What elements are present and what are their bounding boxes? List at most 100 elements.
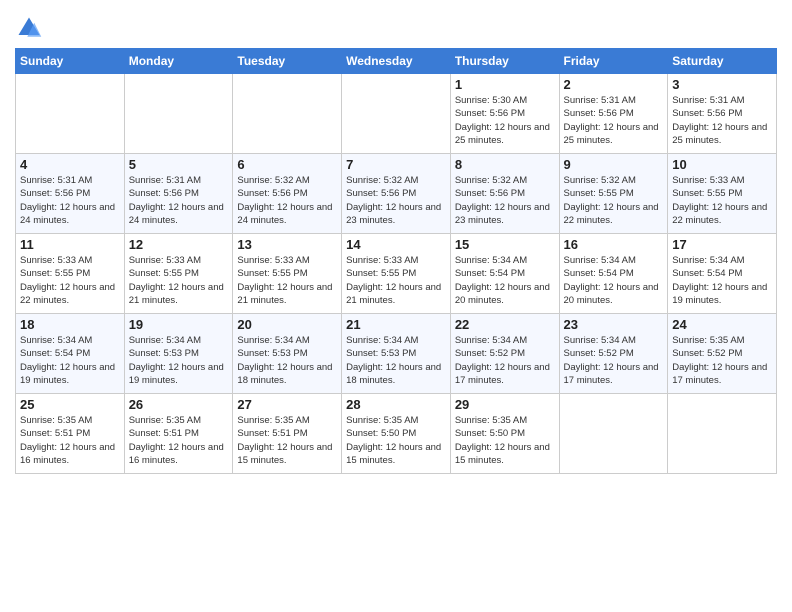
calendar-cell: 13 Sunrise: 5:33 AM Sunset: 5:55 PM Dayli… xyxy=(233,234,342,314)
day-number: 14 xyxy=(346,237,446,252)
day-info: Sunrise: 5:31 AM Sunset: 5:56 PM Dayligh… xyxy=(20,174,120,227)
day-info: Sunrise: 5:34 AM Sunset: 5:52 PM Dayligh… xyxy=(564,334,664,387)
day-info: Sunrise: 5:35 AM Sunset: 5:50 PM Dayligh… xyxy=(455,414,555,467)
day-number: 19 xyxy=(129,317,229,332)
calendar-cell: 25 Sunrise: 5:35 AM Sunset: 5:51 PM Dayli… xyxy=(16,394,125,474)
day-number: 23 xyxy=(564,317,664,332)
day-info: Sunrise: 5:32 AM Sunset: 5:56 PM Dayligh… xyxy=(455,174,555,227)
day-info: Sunrise: 5:34 AM Sunset: 5:54 PM Dayligh… xyxy=(564,254,664,307)
calendar-cell xyxy=(668,394,777,474)
day-info: Sunrise: 5:34 AM Sunset: 5:54 PM Dayligh… xyxy=(672,254,772,307)
day-number: 29 xyxy=(455,397,555,412)
col-header-friday: Friday xyxy=(559,49,668,74)
calendar-cell xyxy=(16,74,125,154)
day-info: Sunrise: 5:31 AM Sunset: 5:56 PM Dayligh… xyxy=(129,174,229,227)
day-info: Sunrise: 5:34 AM Sunset: 5:52 PM Dayligh… xyxy=(455,334,555,387)
day-info: Sunrise: 5:33 AM Sunset: 5:55 PM Dayligh… xyxy=(237,254,337,307)
calendar-cell xyxy=(559,394,668,474)
day-number: 27 xyxy=(237,397,337,412)
day-info: Sunrise: 5:34 AM Sunset: 5:54 PM Dayligh… xyxy=(455,254,555,307)
calendar-cell: 5 Sunrise: 5:31 AM Sunset: 5:56 PM Daylig… xyxy=(124,154,233,234)
day-number: 16 xyxy=(564,237,664,252)
calendar-cell: 19 Sunrise: 5:34 AM Sunset: 5:53 PM Dayli… xyxy=(124,314,233,394)
calendar-cell: 10Sunrise: 5:33 AM Sunset: 5:55 PM Dayli… xyxy=(668,154,777,234)
day-number: 25 xyxy=(20,397,120,412)
calendar-cell: 27 Sunrise: 5:35 AM Sunset: 5:51 PM Dayli… xyxy=(233,394,342,474)
calendar-cell: 29 Sunrise: 5:35 AM Sunset: 5:50 PM Dayli… xyxy=(450,394,559,474)
calendar-cell: 3 Sunrise: 5:31 AM Sunset: 5:56 PM Daylig… xyxy=(668,74,777,154)
day-number: 5 xyxy=(129,157,229,172)
day-number: 9 xyxy=(564,157,664,172)
week-row-4: 18 Sunrise: 5:34 AM Sunset: 5:54 PM Dayli… xyxy=(16,314,777,394)
day-info: Sunrise: 5:35 AM Sunset: 5:51 PM Dayligh… xyxy=(20,414,120,467)
day-number: 12 xyxy=(129,237,229,252)
day-number: 18 xyxy=(20,317,120,332)
day-info: Sunrise: 5:32 AM Sunset: 5:56 PM Dayligh… xyxy=(346,174,446,227)
day-info: Sunrise: 5:33 AM Sunset: 5:55 PM Dayligh… xyxy=(20,254,120,307)
calendar-cell: 17Sunrise: 5:34 AM Sunset: 5:54 PM Dayli… xyxy=(668,234,777,314)
day-info: Sunrise: 5:31 AM Sunset: 5:56 PM Dayligh… xyxy=(564,94,664,147)
day-info: Sunrise: 5:35 AM Sunset: 5:51 PM Dayligh… xyxy=(237,414,337,467)
day-info: Sunrise: 5:30 AM Sunset: 5:56 PM Dayligh… xyxy=(455,94,555,147)
calendar-table: SundayMondayTuesdayWednesdayThursdayFrid… xyxy=(15,48,777,474)
col-header-tuesday: Tuesday xyxy=(233,49,342,74)
col-header-monday: Monday xyxy=(124,49,233,74)
day-info: Sunrise: 5:32 AM Sunset: 5:56 PM Dayligh… xyxy=(237,174,337,227)
calendar-cell: 6 Sunrise: 5:32 AM Sunset: 5:56 PM Daylig… xyxy=(233,154,342,234)
day-info: Sunrise: 5:35 AM Sunset: 5:52 PM Dayligh… xyxy=(672,334,772,387)
calendar-cell: 23 Sunrise: 5:34 AM Sunset: 5:52 PM Dayli… xyxy=(559,314,668,394)
calendar-cell: 22 Sunrise: 5:34 AM Sunset: 5:52 PM Dayli… xyxy=(450,314,559,394)
logo xyxy=(15,14,45,42)
calendar-cell: 14 Sunrise: 5:33 AM Sunset: 5:55 PM Dayli… xyxy=(342,234,451,314)
calendar-cell xyxy=(233,74,342,154)
calendar-cell: 9 Sunrise: 5:32 AM Sunset: 5:55 PM Daylig… xyxy=(559,154,668,234)
day-info: Sunrise: 5:34 AM Sunset: 5:53 PM Dayligh… xyxy=(237,334,337,387)
col-header-thursday: Thursday xyxy=(450,49,559,74)
day-info: Sunrise: 5:34 AM Sunset: 5:54 PM Dayligh… xyxy=(20,334,120,387)
week-row-1: 1Sunrise: 5:30 AM Sunset: 5:56 PM Daylig… xyxy=(16,74,777,154)
calendar-cell: 26 Sunrise: 5:35 AM Sunset: 5:51 PM Dayli… xyxy=(124,394,233,474)
day-number: 11 xyxy=(20,237,120,252)
day-number: 28 xyxy=(346,397,446,412)
calendar-cell: 12Sunrise: 5:33 AM Sunset: 5:55 PM Dayli… xyxy=(124,234,233,314)
day-number: 7 xyxy=(346,157,446,172)
day-number: 2 xyxy=(564,77,664,92)
week-row-5: 25 Sunrise: 5:35 AM Sunset: 5:51 PM Dayli… xyxy=(16,394,777,474)
day-number: 15 xyxy=(455,237,555,252)
header-row: SundayMondayTuesdayWednesdayThursdayFrid… xyxy=(16,49,777,74)
week-row-3: 11 Sunrise: 5:33 AM Sunset: 5:55 PM Dayli… xyxy=(16,234,777,314)
calendar-cell: 15 Sunrise: 5:34 AM Sunset: 5:54 PM Dayli… xyxy=(450,234,559,314)
day-info: Sunrise: 5:34 AM Sunset: 5:53 PM Dayligh… xyxy=(346,334,446,387)
day-number: 6 xyxy=(237,157,337,172)
day-number: 24 xyxy=(672,317,772,332)
day-info: Sunrise: 5:32 AM Sunset: 5:55 PM Dayligh… xyxy=(564,174,664,227)
col-header-wednesday: Wednesday xyxy=(342,49,451,74)
day-number: 22 xyxy=(455,317,555,332)
calendar-cell: 20 Sunrise: 5:34 AM Sunset: 5:53 PM Dayli… xyxy=(233,314,342,394)
week-row-2: 4Sunrise: 5:31 AM Sunset: 5:56 PM Daylig… xyxy=(16,154,777,234)
day-number: 20 xyxy=(237,317,337,332)
day-info: Sunrise: 5:31 AM Sunset: 5:56 PM Dayligh… xyxy=(672,94,772,147)
calendar-cell: 8 Sunrise: 5:32 AM Sunset: 5:56 PM Daylig… xyxy=(450,154,559,234)
calendar-cell xyxy=(124,74,233,154)
day-number: 8 xyxy=(455,157,555,172)
calendar-cell: 18 Sunrise: 5:34 AM Sunset: 5:54 PM Dayli… xyxy=(16,314,125,394)
calendar-cell: 2 Sunrise: 5:31 AM Sunset: 5:56 PM Daylig… xyxy=(559,74,668,154)
day-info: Sunrise: 5:33 AM Sunset: 5:55 PM Dayligh… xyxy=(346,254,446,307)
day-info: Sunrise: 5:34 AM Sunset: 5:53 PM Dayligh… xyxy=(129,334,229,387)
page: SundayMondayTuesdayWednesdayThursdayFrid… xyxy=(0,0,792,612)
day-number: 13 xyxy=(237,237,337,252)
day-info: Sunrise: 5:33 AM Sunset: 5:55 PM Dayligh… xyxy=(672,174,772,227)
calendar-cell: 21 Sunrise: 5:34 AM Sunset: 5:53 PM Dayli… xyxy=(342,314,451,394)
calendar-cell: 7 Sunrise: 5:32 AM Sunset: 5:56 PM Daylig… xyxy=(342,154,451,234)
day-info: Sunrise: 5:35 AM Sunset: 5:50 PM Dayligh… xyxy=(346,414,446,467)
calendar-cell: 11 Sunrise: 5:33 AM Sunset: 5:55 PM Dayli… xyxy=(16,234,125,314)
day-info: Sunrise: 5:35 AM Sunset: 5:51 PM Dayligh… xyxy=(129,414,229,467)
calendar-cell xyxy=(342,74,451,154)
calendar-cell: 16 Sunrise: 5:34 AM Sunset: 5:54 PM Dayli… xyxy=(559,234,668,314)
day-number: 26 xyxy=(129,397,229,412)
calendar-cell: 1Sunrise: 5:30 AM Sunset: 5:56 PM Daylig… xyxy=(450,74,559,154)
day-number: 3 xyxy=(672,77,772,92)
calendar-cell: 28 Sunrise: 5:35 AM Sunset: 5:50 PM Dayli… xyxy=(342,394,451,474)
day-number: 21 xyxy=(346,317,446,332)
